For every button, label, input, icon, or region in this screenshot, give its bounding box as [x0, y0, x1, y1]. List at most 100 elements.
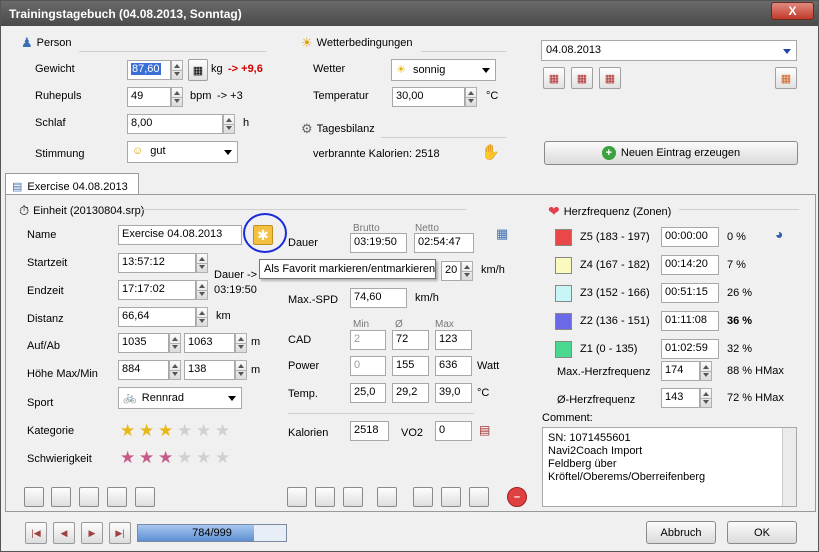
end-spinner[interactable]: [196, 280, 208, 300]
start-input[interactable]: 13:57:12: [118, 253, 196, 273]
rating-star-icon[interactable]: ★: [120, 449, 135, 466]
chart-area-icon[interactable]: [51, 487, 71, 507]
delete-icon[interactable]: –: [507, 487, 527, 507]
calories-input[interactable]: 2518: [350, 421, 389, 441]
rating-star-icon[interactable]: ★: [215, 449, 230, 466]
rating-star-icon[interactable]: ★: [158, 449, 173, 466]
zone-color-swatch: [555, 229, 572, 246]
sleep-spinner[interactable]: [223, 114, 235, 134]
speed-input[interactable]: 20: [441, 261, 461, 281]
calculator-icon[interactable]: ▦: [188, 59, 208, 81]
rating-star-icon[interactable]: ★: [139, 422, 154, 439]
cad-min[interactable]: 2: [350, 330, 386, 350]
rating-star-icon[interactable]: ★: [215, 422, 230, 439]
calculator-icon-2[interactable]: [377, 487, 397, 507]
speed-spinner[interactable]: [461, 261, 473, 281]
power-min[interactable]: 0: [350, 356, 386, 376]
descent-input[interactable]: 1063: [184, 333, 235, 353]
start-spinner[interactable]: [196, 253, 208, 273]
weather-select[interactable]: ☀ sonnig: [391, 59, 496, 81]
maxspd-input[interactable]: 74,60: [350, 288, 407, 308]
temp-min[interactable]: 25,0: [350, 383, 386, 403]
tab-exercise[interactable]: ▤ Exercise 04.08.2013: [5, 173, 139, 195]
temperature-input[interactable]: 30,00: [392, 87, 465, 107]
device-icon[interactable]: [315, 487, 335, 507]
rating-star-icon[interactable]: ★: [158, 422, 173, 439]
close-button[interactable]: X: [771, 2, 814, 20]
temp-max[interactable]: 39,0: [435, 383, 472, 403]
first-record-button[interactable]: |◀: [25, 522, 47, 544]
power-avg[interactable]: 155: [392, 356, 429, 376]
rating-star-icon[interactable]: ★: [177, 449, 192, 466]
prev-record-button[interactable]: ◀: [53, 522, 75, 544]
name-input[interactable]: Exercise 04.08.2013: [118, 225, 242, 245]
cad-avg[interactable]: 72: [392, 330, 429, 350]
power-max[interactable]: 636: [435, 356, 472, 376]
hr-avg-input[interactable]: 143: [661, 388, 700, 408]
new-entry-button[interactable]: + Neuen Eintrag erzeugen: [544, 141, 798, 165]
comment-textarea[interactable]: SN: 1071455601 Navi2Coach Import Feldber…: [542, 427, 797, 507]
sort-icon[interactable]: [135, 487, 155, 507]
chart-icon[interactable]: ▤: [479, 423, 490, 437]
pulse-input[interactable]: 49: [127, 87, 171, 107]
zone-time[interactable]: 00:51:15: [661, 283, 719, 303]
ok-button[interactable]: OK: [727, 521, 797, 544]
table-icon[interactable]: [107, 487, 127, 507]
cad-max[interactable]: 123: [435, 330, 472, 350]
rss-icon[interactable]: [441, 487, 461, 507]
export-icon[interactable]: [343, 487, 363, 507]
sleep-input[interactable]: 8,00: [127, 114, 223, 134]
sport-select[interactable]: 🚲 Rennrad: [118, 387, 242, 409]
height-max-spinner[interactable]: [169, 360, 181, 380]
mood-select[interactable]: ☺ gut: [127, 141, 238, 163]
image-icon[interactable]: [287, 487, 307, 507]
add-chart-icon[interactable]: [469, 487, 489, 507]
netto-input[interactable]: 02:54:47: [414, 233, 474, 253]
date-select[interactable]: 04.08.2013: [541, 40, 797, 61]
zone-time[interactable]: 01:02:59: [661, 339, 719, 359]
height-min-spinner[interactable]: [235, 360, 247, 380]
rating-star-icon[interactable]: ★: [139, 449, 154, 466]
ascent-input[interactable]: 1035: [118, 333, 169, 353]
chart-bar-icon[interactable]: [79, 487, 99, 507]
table-view-icon[interactable]: ▦: [496, 226, 508, 242]
hr-max-pct: 88 % HMax: [727, 365, 784, 377]
pulse-spinner[interactable]: [171, 87, 183, 107]
pie-chart-icon[interactable]: ◕: [775, 226, 783, 242]
thumb-icon[interactable]: ✋: [481, 143, 500, 161]
zone-time[interactable]: 00:00:00: [661, 227, 719, 247]
brutto-input[interactable]: 03:19:50: [350, 233, 407, 253]
copy-icon[interactable]: [413, 487, 433, 507]
weight-input[interactable]: 87,60: [127, 60, 171, 80]
next-record-button[interactable]: ▶: [81, 522, 103, 544]
end-input[interactable]: 17:17:02: [118, 280, 196, 300]
rating-star-icon[interactable]: ★: [120, 422, 135, 439]
height-min-input[interactable]: 138: [184, 360, 235, 380]
min-label: Min: [353, 319, 370, 330]
rating-star-icon[interactable]: ★: [177, 422, 192, 439]
ascent-spinner[interactable]: [169, 333, 181, 353]
distance-input[interactable]: 66,64: [118, 307, 196, 327]
hr-max-spinner[interactable]: [700, 361, 712, 381]
comment-scrollbar[interactable]: [782, 428, 796, 506]
height-max-input[interactable]: 884: [118, 360, 169, 380]
rating-star-icon[interactable]: ★: [196, 422, 211, 439]
calendar-prev-icon[interactable]: ▦: [543, 67, 565, 89]
weight-spinner[interactable]: [171, 60, 183, 80]
chart-line-icon[interactable]: [24, 487, 44, 507]
calendar-next-icon[interactable]: ▦: [599, 67, 621, 89]
cancel-button[interactable]: Abbruch: [646, 521, 716, 544]
temp-avg[interactable]: 29,2: [392, 383, 429, 403]
last-record-button[interactable]: ▶|: [109, 522, 131, 544]
calendar-new-icon[interactable]: ▦: [775, 67, 797, 89]
distance-spinner[interactable]: [196, 307, 208, 327]
rating-star-icon[interactable]: ★: [196, 449, 211, 466]
zone-time[interactable]: 01:11:08: [661, 311, 719, 331]
temperature-spinner[interactable]: [465, 87, 477, 107]
descent-spinner[interactable]: [235, 333, 247, 353]
hr-avg-spinner[interactable]: [700, 388, 712, 408]
hr-max-input[interactable]: 174: [661, 361, 700, 381]
zone-time[interactable]: 00:14:20: [661, 255, 719, 275]
calendar-today-icon[interactable]: ▦: [571, 67, 593, 89]
vo2-input[interactable]: 0: [435, 421, 472, 441]
